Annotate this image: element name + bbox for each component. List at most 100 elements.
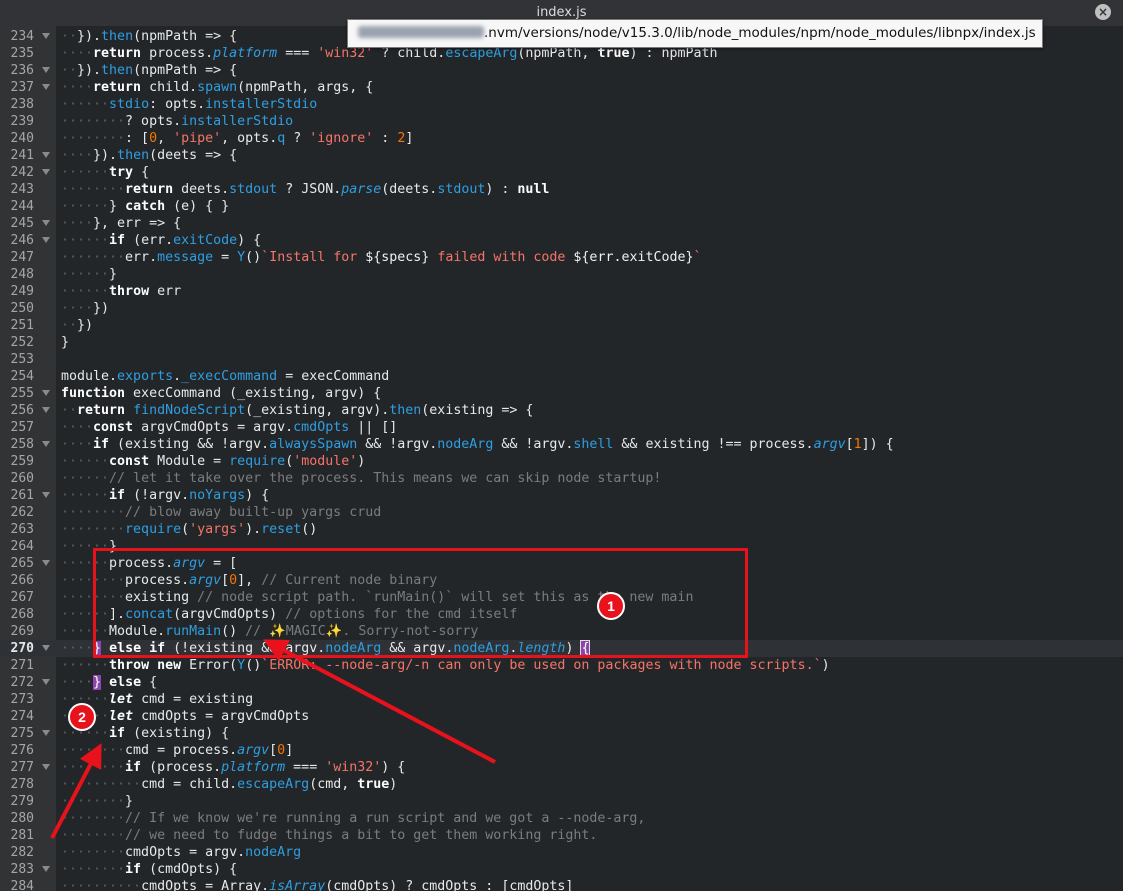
code-line[interactable]: 250 ····}) bbox=[0, 300, 1123, 317]
code-line[interactable]: 279 ········} bbox=[0, 793, 1123, 810]
code-line[interactable]: 271 ······throw new Error(Y()`ERROR: --no… bbox=[0, 657, 1123, 674]
code-line[interactable]: 277 ········if (process.platform === 'win… bbox=[0, 759, 1123, 776]
line-number: 265 bbox=[10, 556, 34, 571]
code-line[interactable]: 265 ······process.argv = [ bbox=[0, 555, 1123, 572]
code-text: ········return deets.stdout ? JSON.parse… bbox=[61, 182, 550, 197]
fold-arrow-icon[interactable] bbox=[42, 645, 50, 651]
line-number: 245 bbox=[10, 216, 34, 231]
code-line[interactable]: 258 ····if (existing && !argv.alwaysSpawn… bbox=[0, 436, 1123, 453]
code-line[interactable]: 283 ········if (cmdOpts) { bbox=[0, 861, 1123, 878]
fold-arrow-icon[interactable] bbox=[42, 492, 50, 498]
code-text: ··}).then(npmPath => { bbox=[61, 29, 238, 44]
line-number: 251 bbox=[10, 318, 34, 333]
code-line[interactable]: 260 ······// let it take over the process… bbox=[0, 470, 1123, 487]
code-line[interactable]: 256 ··return findNodeScript(_existing, ar… bbox=[0, 402, 1123, 419]
code-line[interactable]: 273 ······let cmd = existing bbox=[0, 691, 1123, 708]
code-text: ······// let it take over the process. T… bbox=[61, 471, 662, 486]
line-number: 257 bbox=[10, 420, 34, 435]
code-line[interactable]: 264 ······} bbox=[0, 538, 1123, 555]
code-text: ····} else { bbox=[61, 675, 158, 690]
code-line[interactable]: 262 ········// blow away built-up yargs c… bbox=[0, 504, 1123, 521]
code-line[interactable]: 276 ········cmd = process.argv[0] bbox=[0, 742, 1123, 759]
line-number: 256 bbox=[10, 403, 34, 418]
code-line[interactable]: 275 ······if (existing) { bbox=[0, 725, 1123, 742]
fold-arrow-icon[interactable] bbox=[42, 407, 50, 413]
code-line[interactable]: 281 ········// we need to fudge things a … bbox=[0, 827, 1123, 844]
code-line[interactable]: 249 ······throw err bbox=[0, 283, 1123, 300]
fold-arrow-icon[interactable] bbox=[42, 152, 50, 158]
code-line[interactable]: 278 ··········cmd = child.escapeArg(cmd, … bbox=[0, 776, 1123, 793]
line-number: 264 bbox=[10, 539, 34, 554]
code-text: ········err.message = Y()`Install for ${… bbox=[61, 250, 702, 265]
line-number: 272 bbox=[10, 675, 34, 690]
fold-arrow-icon[interactable] bbox=[42, 441, 50, 447]
code-line[interactable]: 280 ········// If we know we're running a… bbox=[0, 810, 1123, 827]
code-text: ········: [0, 'pipe', opts.q ? 'ignore' … bbox=[61, 131, 414, 146]
code-line[interactable]: 241 ····}).then(deets => { bbox=[0, 147, 1123, 164]
code-line[interactable]: 272 ····} else { bbox=[0, 674, 1123, 691]
code-line[interactable]: 257 ····const argvCmdOpts = argv.cmdOpts … bbox=[0, 419, 1123, 436]
code-line[interactable]: 274 ······let cmdOpts = argvCmdOpts bbox=[0, 708, 1123, 725]
code-line[interactable]: 254 module.exports._execCommand = execCom… bbox=[0, 368, 1123, 385]
fold-arrow-icon[interactable] bbox=[42, 764, 50, 770]
annotation-badge-2: 2 bbox=[68, 703, 96, 731]
fold-arrow-icon[interactable] bbox=[42, 67, 50, 73]
code-line[interactable]: 261 ······if (!argv.noYargs) { bbox=[0, 487, 1123, 504]
code-text: ··}) bbox=[61, 318, 94, 333]
fold-arrow-icon[interactable] bbox=[42, 679, 50, 685]
code-text: ······} bbox=[61, 267, 118, 282]
code-line[interactable]: 251 ··}) bbox=[0, 317, 1123, 334]
code-line[interactable]: 252} bbox=[0, 334, 1123, 351]
file-path-text: .nvm/versions/node/v15.3.0/lib/node_modu… bbox=[484, 25, 1036, 41]
code-text: ········// If we know we're running a ru… bbox=[61, 811, 646, 826]
code-text: ······if (err.exitCode) { bbox=[61, 233, 262, 248]
code-text: function execCommand (_existing, argv) { bbox=[61, 386, 382, 401]
code-line[interactable]: 282 ········cmdOpts = argv.nodeArg bbox=[0, 844, 1123, 861]
code-text: ····}) bbox=[61, 301, 110, 316]
code-line[interactable]: 240 ········: [0, 'pipe', opts.q ? 'ignor… bbox=[0, 130, 1123, 147]
fold-arrow-icon[interactable] bbox=[42, 866, 50, 872]
code-line[interactable]: 238 ······stdio: opts.installerStdio bbox=[0, 96, 1123, 113]
code-line[interactable]: 263 ········require('yargs').reset() bbox=[0, 521, 1123, 538]
line-number: 263 bbox=[10, 522, 34, 537]
fold-arrow-icon[interactable] bbox=[42, 560, 50, 566]
fold-arrow-icon[interactable] bbox=[42, 33, 50, 39]
code-line[interactable]: 245 ····}, err => { bbox=[0, 215, 1123, 232]
code-line[interactable]: 269 ······Module.runMain() // ✨MAGIC✨. So… bbox=[0, 623, 1123, 640]
code-line[interactable]: 267 ········existing // node script path.… bbox=[0, 589, 1123, 606]
code-line[interactable]: 246 ······if (err.exitCode) { bbox=[0, 232, 1123, 249]
fold-arrow-icon[interactable] bbox=[42, 169, 50, 175]
code-text: ······throw err bbox=[61, 284, 182, 299]
code-line[interactable]: 247 ········err.message = Y()`Install for… bbox=[0, 249, 1123, 266]
redacted-username bbox=[358, 26, 484, 38]
fold-arrow-icon[interactable] bbox=[42, 390, 50, 396]
code-line[interactable]: 239 ········? opts.installerStdio bbox=[0, 113, 1123, 130]
code-line[interactable]: 268 ······].concat(argvCmdOpts) // option… bbox=[0, 606, 1123, 623]
close-icon[interactable]: × bbox=[1095, 4, 1111, 20]
fold-arrow-icon[interactable] bbox=[42, 237, 50, 243]
code-line[interactable]: 236 ··}).then(npmPath => { bbox=[0, 62, 1123, 79]
code-line[interactable]: 284 ··········cmdOpts = Array.isArray(cmd… bbox=[0, 878, 1123, 891]
code-line[interactable]: 255 function execCommand (_existing, argv… bbox=[0, 385, 1123, 402]
code-line[interactable]: 259 ······const Module = require('module'… bbox=[0, 453, 1123, 470]
code-line[interactable]: 244 ······} catch (e) { } bbox=[0, 198, 1123, 215]
line-number: 239 bbox=[10, 114, 34, 129]
code-line[interactable]: 248 ······} bbox=[0, 266, 1123, 283]
fold-arrow-icon[interactable] bbox=[42, 84, 50, 90]
code-line[interactable]: 243 ········return deets.stdout ? JSON.pa… bbox=[0, 181, 1123, 198]
code-text: ········if (process.platform === 'win32'… bbox=[61, 760, 406, 775]
line-number: 235 bbox=[10, 46, 34, 61]
line-number: 242 bbox=[10, 165, 34, 180]
code-line[interactable]: 242 ······try { bbox=[0, 164, 1123, 181]
fold-arrow-icon[interactable] bbox=[42, 730, 50, 736]
code-text: ····return child.spawn(npmPath, args, { bbox=[61, 80, 374, 95]
code-line[interactable]: 237 ····return child.spawn(npmPath, args,… bbox=[0, 79, 1123, 96]
code-line[interactable]: 270 ····} else if (!existing && argv.node… bbox=[0, 640, 1123, 657]
code-line[interactable]: 253 bbox=[0, 351, 1123, 368]
code-text: ······try { bbox=[61, 165, 150, 180]
code-line[interactable]: 266 ········process.argv[0], // Current n… bbox=[0, 572, 1123, 589]
line-number: 269 bbox=[10, 624, 34, 639]
fold-arrow-icon[interactable] bbox=[42, 220, 50, 226]
window-title: index.js bbox=[536, 5, 587, 20]
code-editor[interactable]: 234 ··}).then(npmPath => {235 ····return p… bbox=[0, 26, 1123, 891]
